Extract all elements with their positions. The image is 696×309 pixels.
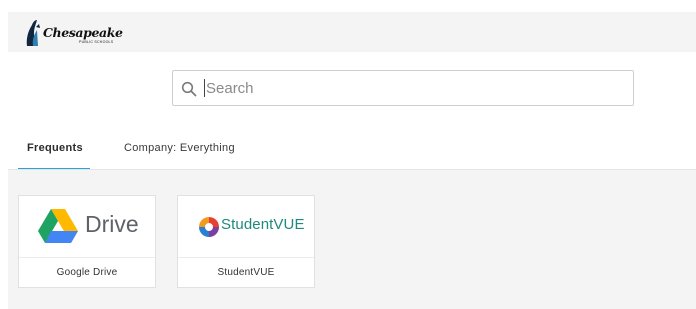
logo-subtitle: PUBLIC SCHOOLS (79, 40, 114, 44)
search-icon (181, 81, 197, 97)
logo-script-text: Chesapeake (43, 25, 123, 40)
search-input[interactable] (204, 79, 626, 97)
tab-company-everything[interactable]: Company: Everything (124, 128, 235, 170)
tab-label: Company: Everything (124, 142, 235, 154)
tab-bar: Frequents Company: Everything (18, 128, 696, 170)
app-name: Google Drive (56, 267, 118, 278)
app-logo: Drive (19, 196, 155, 258)
google-drive-icon (38, 209, 78, 243)
app-card-studentvue[interactable]: StudentVUE StudentVUE (177, 195, 315, 288)
app-logo: StudentVUE (178, 196, 314, 258)
studentvue-icon (199, 217, 219, 237)
tab-frequents[interactable]: Frequents (27, 128, 83, 170)
studentvue-wordmark: StudentVUE (221, 216, 305, 233)
search-box[interactable] (172, 70, 634, 106)
top-bar: Chesapeake PUBLIC SCHOOLS (8, 12, 696, 52)
app-card-google-drive[interactable]: Drive Google Drive (18, 195, 156, 288)
tab-label: Frequents (27, 142, 83, 154)
chesapeake-logo[interactable]: Chesapeake PUBLIC SCHOOLS (24, 19, 123, 47)
lighthouse-logo-icon (26, 20, 40, 46)
app-name: StudentVUE (217, 267, 275, 278)
drive-wordmark: Drive (85, 211, 139, 237)
